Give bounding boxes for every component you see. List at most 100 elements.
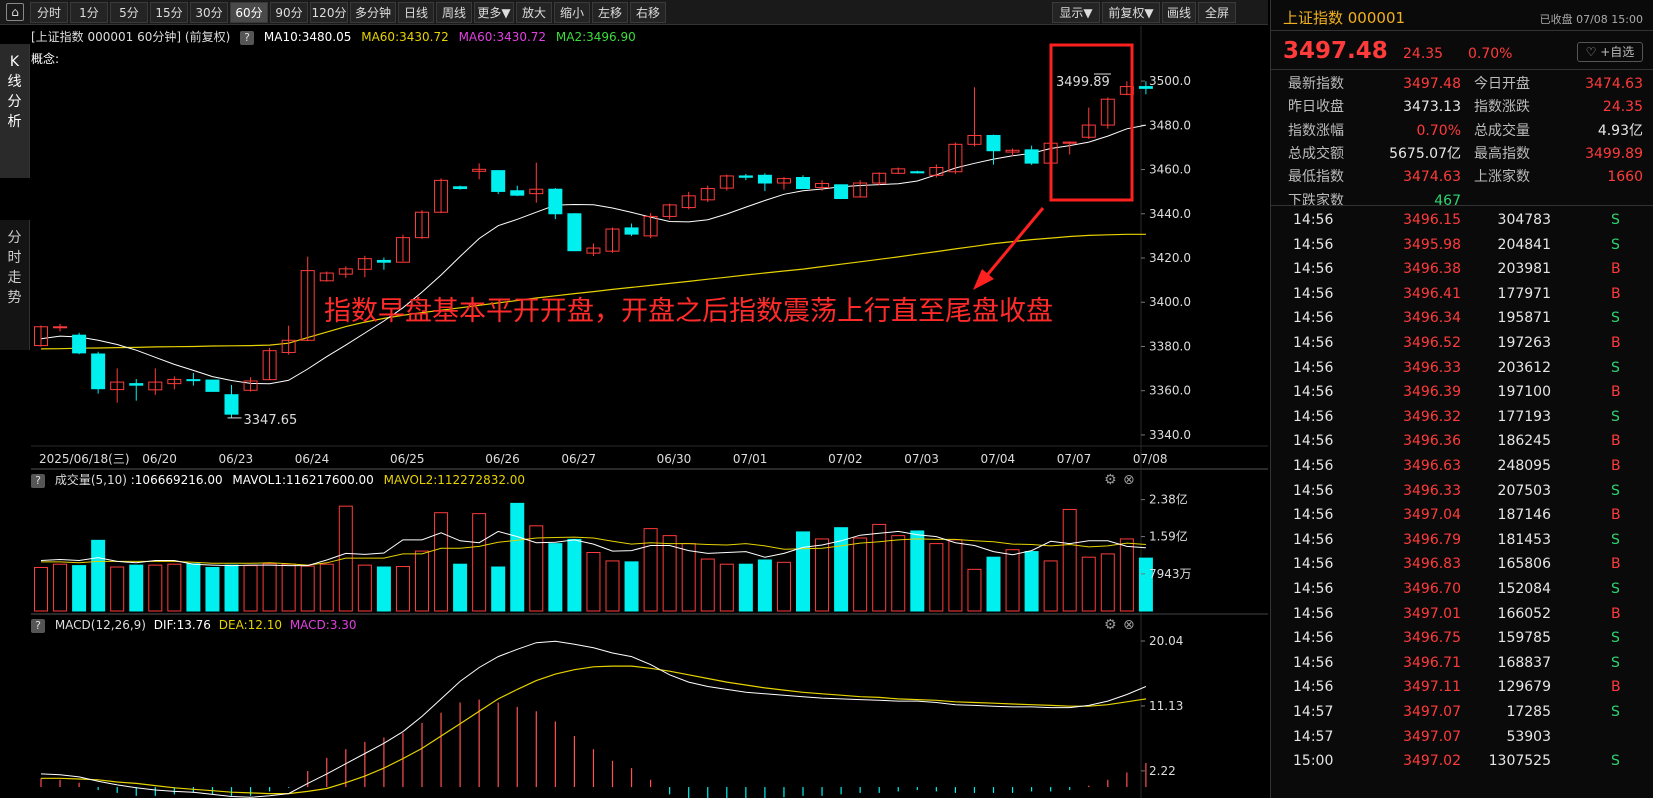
tick-price: 3497.01	[1403, 605, 1461, 622]
toolbar-right-button-1[interactable]: 前复权▼	[1102, 2, 1160, 23]
volume-bar	[1024, 551, 1039, 612]
chart-area: [上证指数 000001 60分钟] (前复权) ? MA10:3480.05 …	[31, 26, 1268, 798]
tick-side: S	[1611, 310, 1620, 327]
tick-side: S	[1611, 704, 1620, 720]
toolbar-right-button-3[interactable]: 全屏	[1198, 2, 1236, 23]
mavol1-line	[40, 530, 1146, 567]
tab-intraday[interactable]: 分时走势	[0, 220, 30, 350]
tick-volume: 166052	[1497, 605, 1551, 622]
tick-time: 14:56	[1293, 359, 1334, 376]
volume-bar	[510, 502, 525, 612]
volume-bar	[624, 561, 639, 612]
volume-help-icon[interactable]: ?	[31, 473, 45, 488]
stat-value: 3474.63	[1585, 76, 1643, 92]
tick-price: 3497.04	[1403, 507, 1461, 524]
tick-side: S	[1611, 630, 1620, 647]
tab-kline-analysis[interactable]: K线分析	[0, 44, 30, 178]
period-button-3[interactable]: 15分	[150, 2, 188, 23]
tick-side: B	[1611, 605, 1621, 622]
period-button-2[interactable]: 5分	[110, 2, 148, 23]
date-axis-label: 07/03	[904, 452, 939, 466]
tick-side: S	[1611, 212, 1620, 228]
macd-help-icon[interactable]: ?	[31, 618, 45, 633]
macd-label: MACD(12,26,9)	[54, 618, 146, 632]
tick-price: 3496.38	[1403, 261, 1461, 278]
candle-body	[510, 190, 525, 196]
macd-header: ? MACD(12,26,9) DIF:13.76 DEA:12.10 MACD…	[31, 616, 363, 634]
kline-chart[interactable]: 3500.0 3480.0 3460.0 3440.0 3420.0 3400.0 3380…	[31, 26, 1268, 798]
tick-volume: 187146	[1497, 507, 1551, 524]
tick-side: S	[1611, 581, 1620, 597]
tick-side: B	[1611, 433, 1621, 450]
tick-price: 3496.32	[1403, 408, 1461, 425]
volume-bar	[948, 539, 963, 612]
stat-value: 5675.07亿	[1389, 145, 1461, 162]
candle-body	[453, 186, 468, 190]
tick-price: 3496.33	[1403, 482, 1461, 499]
macd-axis-label: 2.22	[1149, 764, 1176, 778]
tick-side: S	[1611, 654, 1620, 671]
macd-close-icon[interactable]: ⊗	[1123, 617, 1135, 633]
stat-label: 最高指数	[1474, 145, 1530, 162]
period-button-12[interactable]: 放大	[516, 2, 552, 23]
period-button-14[interactable]: 左移	[592, 2, 628, 23]
period-button-13[interactable]: 缩小	[554, 2, 590, 23]
candle-body	[72, 334, 87, 354]
tick-row: 14:56 3496.33 203612 S	[1271, 356, 1653, 381]
price-axis-label: 3380.0	[1149, 339, 1191, 353]
toolbar-right-button-0[interactable]: 显示▼	[1052, 2, 1100, 23]
volume-close-icon[interactable]: ⊗	[1123, 472, 1135, 488]
stat-value: 4.93亿	[1597, 122, 1643, 139]
period-button-11[interactable]: 更多▼	[474, 2, 514, 23]
stat-value: 3473.13	[1403, 99, 1461, 116]
tick-time: 14:56	[1293, 581, 1334, 597]
tick-side: S	[1611, 408, 1620, 425]
add-watchlist-button[interactable]: ♡ +自选	[1577, 42, 1643, 62]
quote-header: 上证指数 000001 已收盘 07/08 15:00	[1271, 0, 1653, 30]
period-button-9[interactable]: 日线	[398, 2, 434, 23]
period-button-8[interactable]: 多分钟	[350, 2, 396, 23]
tick-price: 3496.39	[1403, 384, 1461, 401]
home-icon[interactable]: ⌂	[6, 3, 24, 21]
tick-price: 3496.71	[1403, 654, 1461, 671]
volume-bar	[376, 566, 391, 612]
tick-volume: 159785	[1497, 630, 1551, 647]
volume-bar	[929, 543, 944, 612]
period-button-5[interactable]: 60分	[230, 2, 268, 23]
date-axis-label: 07/02	[828, 452, 863, 466]
date-axis-label: 07/07	[1057, 452, 1092, 466]
tab-kline-analysis-label: K线分析	[7, 54, 22, 130]
tick-row: 14:56 3496.79 181453 S	[1271, 528, 1653, 553]
tick-price: 3496.83	[1403, 556, 1461, 573]
period-button-0[interactable]: 分时	[30, 2, 68, 23]
tick-time: 14:57	[1293, 704, 1334, 720]
tick-time: 14:56	[1293, 212, 1334, 228]
tick-time: 14:56	[1293, 236, 1334, 253]
period-button-7[interactable]: 120分	[310, 2, 348, 23]
tick-volume: 165806	[1497, 556, 1551, 573]
toolbar-right-button-2[interactable]: 画线	[1162, 2, 1196, 23]
tick-time: 14:56	[1293, 408, 1334, 425]
stat-label: 指数涨跌	[1474, 99, 1530, 116]
tick-time: 14:56	[1293, 507, 1334, 524]
period-button-4[interactable]: 30分	[190, 2, 228, 23]
period-button-1[interactable]: 1分	[70, 2, 108, 23]
volume-bar	[72, 565, 87, 612]
volume-gear-icon[interactable]: ⚙	[1104, 472, 1117, 488]
period-button-6[interactable]: 90分	[270, 2, 308, 23]
volume-bar	[300, 565, 315, 612]
period-button-10[interactable]: 周线	[436, 2, 472, 23]
macd-gear-icon[interactable]: ⚙	[1104, 617, 1117, 633]
candle-body	[53, 326, 68, 329]
tick-volume: 53903	[1506, 728, 1551, 745]
tick-price: 3496.33	[1403, 359, 1461, 376]
date-axis-label: 06/20	[142, 452, 177, 466]
date-axis-label: 06/24	[295, 452, 330, 466]
tick-price: 3496.36	[1403, 433, 1461, 450]
price-axis-label: 3340.0	[1149, 428, 1191, 442]
period-button-15[interactable]: 右移	[630, 2, 666, 23]
tick-row: 14:56 3497.01 166052 B	[1271, 602, 1653, 627]
tick-row: 14:56 3496.75 159785 S	[1271, 626, 1653, 651]
tick-row: 14:56 3496.38 203981 B	[1271, 257, 1653, 282]
tick-price: 3496.52	[1403, 335, 1461, 351]
